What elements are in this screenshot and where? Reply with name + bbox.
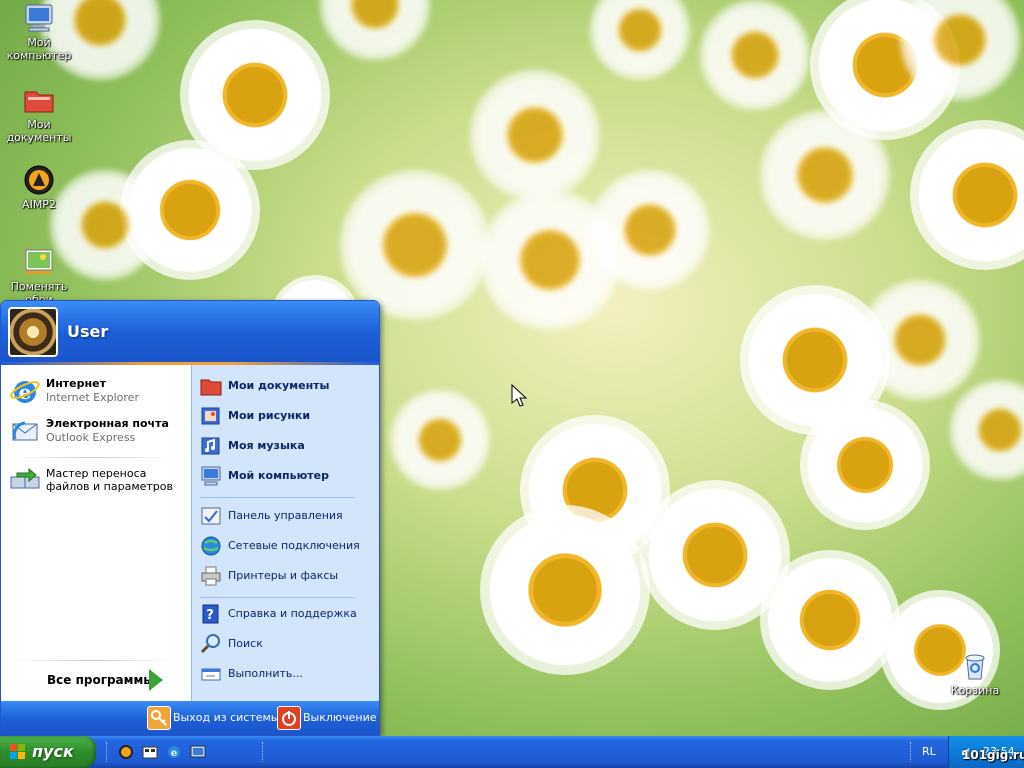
start-menu-left-pane: e Интернет Internet Explorer Электронная…: [1, 365, 191, 701]
recent-item-transfer-wizard[interactable]: Мастер переноса файлов и параметров: [9, 463, 189, 499]
system-item-label: Выполнить...: [228, 667, 303, 680]
system-item-label: Поиск: [228, 637, 263, 650]
internet-explorer-icon: e: [9, 375, 41, 407]
desktop-icon-aimp2[interactable]: AIMP2: [4, 164, 74, 211]
internet-explorer-icon[interactable]: e: [166, 744, 182, 760]
logoff-label: Выход из системы: [173, 711, 280, 724]
shutdown-label: Выключение: [303, 711, 377, 724]
start-menu-right-pane: Мои документы Мои рисунки Моя музыка Мой…: [191, 365, 379, 701]
show-desktop-icon[interactable]: [190, 744, 206, 760]
start-menu: User e Интернет Internet Explorer Электр…: [0, 300, 380, 736]
settings-item-control-panel[interactable]: Панель управления: [200, 503, 375, 531]
desktop-icon-my-documents[interactable]: Мои документы: [4, 84, 74, 144]
transfer-wizard-icon: [9, 465, 41, 497]
pinned-item-title: Электронная почта: [46, 417, 169, 430]
recent-item-title: Мастер переноса файлов и параметров: [46, 467, 174, 493]
places-item-my-music[interactable]: Моя музыка: [200, 433, 375, 461]
settings-item-label: Сетевые подключения: [228, 539, 360, 552]
windows-flag-icon: [10, 744, 26, 760]
places-item-my-documents[interactable]: Мои документы: [200, 373, 375, 401]
watermark: 101gig.ru: [962, 748, 1024, 762]
divider: [200, 497, 355, 498]
settings-item-printers[interactable]: Принтеры и факсы: [200, 563, 375, 591]
start-menu-footer: Выход из системы Выключение: [1, 701, 379, 735]
desktop-icon-label: AIMP2: [22, 198, 56, 211]
system-item-help[interactable]: ? Справка и поддержка: [200, 601, 375, 629]
help-icon: ?: [200, 603, 222, 625]
language-indicator[interactable]: RL: [922, 745, 936, 758]
my-pictures-icon: [200, 405, 222, 427]
my-computer-icon: [200, 465, 222, 487]
system-item-search[interactable]: Поиск: [200, 631, 375, 659]
desktop-icon-label: Мой компьютер: [6, 36, 72, 62]
pinned-item-title: Интернет: [46, 377, 106, 390]
taskbar: пуск e RL 23:54: [0, 736, 1024, 768]
search-icon: [200, 633, 222, 655]
power-icon: [277, 706, 301, 730]
settings-item-label: Панель управления: [228, 509, 343, 522]
run-icon: [200, 663, 222, 685]
divider: [200, 597, 355, 598]
pinned-item-internet[interactable]: e Интернет Internet Explorer: [9, 373, 189, 409]
start-button[interactable]: пуск: [0, 736, 96, 768]
recycle-bin-icon: [959, 650, 991, 682]
desktop-icon-label: Корзина: [950, 684, 1000, 697]
quicklaunch-grip[interactable]: [106, 742, 110, 762]
desktop-icon-change-wallpaper[interactable]: Поменять обои: [4, 246, 74, 306]
user-name: User: [67, 322, 109, 341]
pinned-item-subtitle: Outlook Express: [46, 431, 136, 444]
pinned-item-email[interactable]: Электронная почта Outlook Express: [9, 413, 189, 449]
desktop-icon-my-computer[interactable]: Мой компьютер: [4, 2, 74, 62]
desktop-icon-recycle-bin[interactable]: Корзина: [940, 650, 1010, 697]
change-wallpaper-icon: [23, 246, 55, 278]
taskbar-grip[interactable]: [262, 742, 266, 762]
my-music-icon: [200, 435, 222, 457]
places-item-my-computer[interactable]: Мой компьютер: [200, 463, 375, 491]
divider: [13, 457, 173, 458]
mouse-cursor-icon: [511, 383, 529, 412]
my-documents-icon: [23, 84, 55, 116]
printers-icon: [200, 565, 222, 587]
media-icon[interactable]: [142, 744, 158, 760]
network-connections-icon: [200, 535, 222, 557]
aimp2-icon: [23, 164, 55, 196]
start-menu-header: User: [1, 301, 379, 365]
key-icon: [147, 706, 171, 730]
desktop-icon-label: Мои документы: [6, 118, 72, 144]
places-item-label: Мои документы: [228, 379, 330, 392]
settings-item-network[interactable]: Сетевые подключения: [200, 533, 375, 561]
all-programs-label[interactable]: Все программы: [47, 673, 154, 687]
places-item-label: Моя музыка: [228, 439, 305, 452]
places-item-label: Мои рисунки: [228, 409, 311, 422]
avatar[interactable]: [8, 307, 58, 357]
outlook-express-icon: [9, 415, 41, 447]
divider: [13, 660, 173, 661]
pinned-item-subtitle: Internet Explorer: [46, 391, 139, 404]
start-label: пуск: [32, 742, 74, 761]
control-panel-icon: [200, 505, 222, 527]
places-item-label: Мой компьютер: [228, 469, 330, 482]
my-computer-icon: [23, 2, 55, 34]
aimp2-icon[interactable]: [118, 744, 134, 760]
my-documents-icon: [200, 375, 222, 397]
system-item-run[interactable]: Выполнить...: [200, 661, 375, 689]
tray-grip[interactable]: [910, 742, 914, 762]
settings-item-label: Принтеры и факсы: [228, 569, 339, 582]
places-item-my-pictures[interactable]: Мои рисунки: [200, 403, 375, 431]
system-item-label: Справка и поддержка: [228, 607, 357, 620]
svg-text:?: ?: [206, 608, 214, 623]
arrow-right-icon[interactable]: [149, 669, 163, 691]
svg-text:e: e: [171, 748, 177, 759]
